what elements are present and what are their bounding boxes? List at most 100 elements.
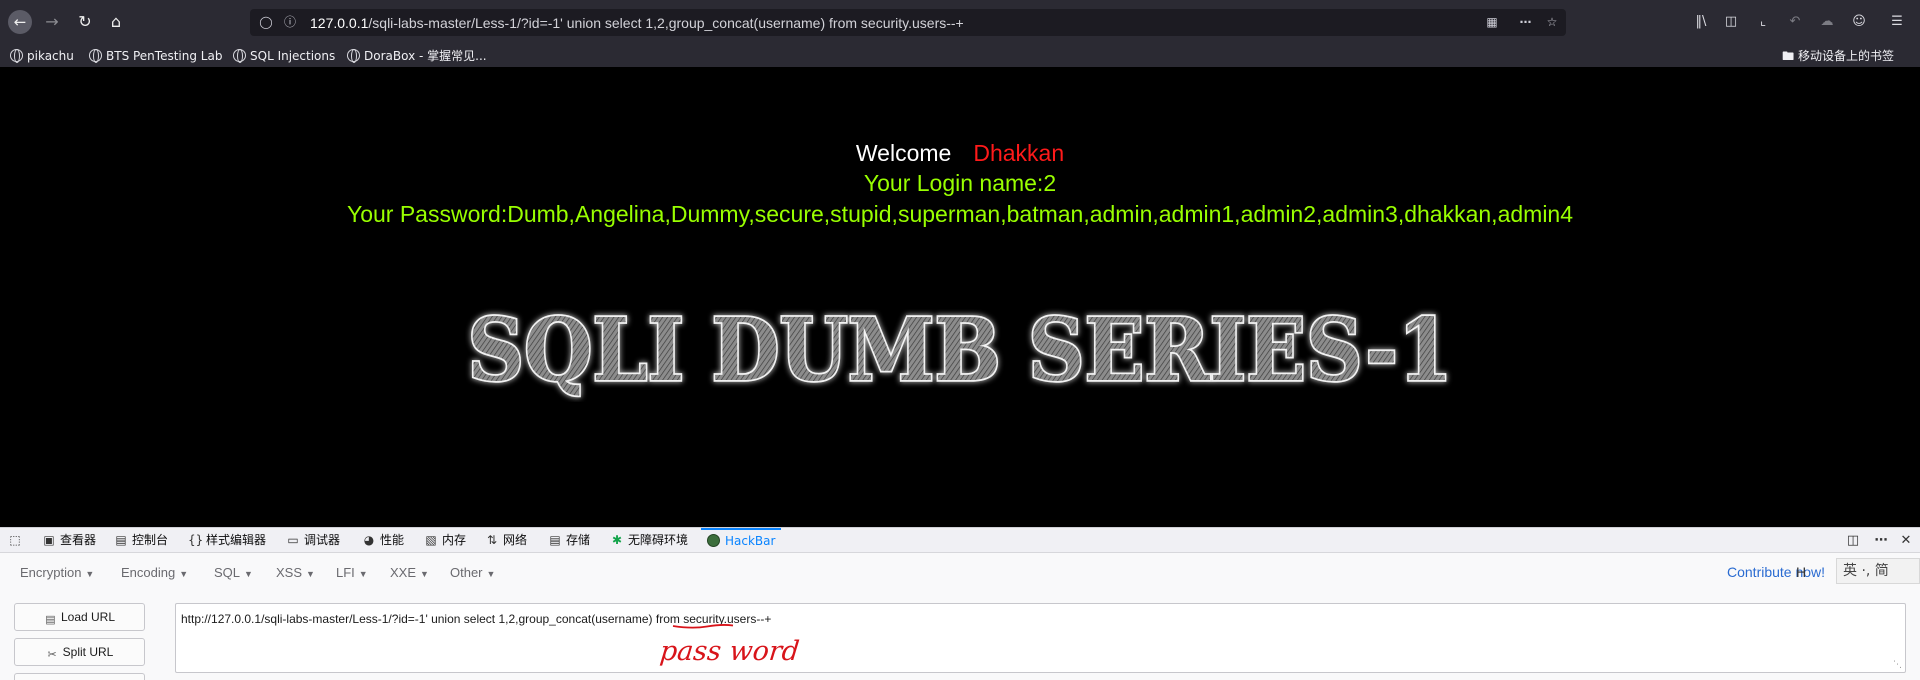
menu-encoding[interactable]: Encoding ▼ <box>121 564 188 582</box>
memory-icon: ▧ <box>425 533 437 547</box>
caret-down-icon: ▼ <box>179 569 189 579</box>
tab-hackbar[interactable]: HackBar <box>701 528 782 553</box>
sqli-dumb-series-banner: SQLI DUMB SERIES-1 <box>466 298 1455 402</box>
tab-memory[interactable]: ▧ 内存 <box>424 528 466 553</box>
menu-xss[interactable]: XSS ▼ <box>276 564 315 582</box>
menu-label: LFI <box>336 565 355 580</box>
bookmark-label: DoraBox - 掌握常见... <box>364 49 487 63</box>
address-bar-url[interactable]: 127.0.0.1/sqli-labs-master/Less-1/?id=-1… <box>310 14 964 32</box>
menu-label: SQL <box>214 565 241 580</box>
close-icon[interactable]: ✕ <box>1897 532 1915 550</box>
hackbar-url-input[interactable] <box>175 603 1906 673</box>
welcome-username: Dhakkan <box>973 140 1065 166</box>
tab-inspector[interactable]: ▣ 查看器 <box>42 528 96 553</box>
execute-button[interactable] <box>14 673 145 680</box>
menu-icon[interactable]: ☰ <box>1888 13 1906 31</box>
caret-down-icon: ▼ <box>358 569 368 579</box>
menu-label: Encryption <box>20 565 82 580</box>
devtools-panel: ⬚ ▣ 查看器 ▤ 控制台 {} 样式编辑器 ▭ 调试器 ◕ 性能 ▧ 内存 ⇅ 网络 ▤ 存储… <box>0 527 1920 680</box>
caret-down-icon: ▼ <box>420 569 429 579</box>
menu-sql[interactable]: SQL ▼ <box>214 564 253 582</box>
welcome-line: Welcome Dhakkan <box>0 138 1920 168</box>
dock-icon[interactable]: ◫ <box>1844 532 1862 550</box>
bookmark-label: pikachu <box>27 49 74 63</box>
ime-label: 英 ·, 简 <box>1843 563 1889 579</box>
console-icon: ▤ <box>115 533 127 547</box>
qr-code-icon[interactable]: ▦ <box>1484 14 1500 30</box>
info-icon[interactable]: ⓘ <box>282 14 298 30</box>
login-name-line: Your Login name:2 <box>863 170 1057 196</box>
menu-lfi[interactable]: LFI ▼ <box>336 564 368 582</box>
contribute-link[interactable]: Contribute now! <box>1727 564 1825 580</box>
bookmark-pikachu[interactable]: pikachu <box>10 48 74 64</box>
home-button[interactable]: ⌂ <box>106 12 126 32</box>
library-icon[interactable]: ‖\ <box>1692 13 1710 31</box>
load-url-button[interactable]: ▤ Load URL <box>14 603 145 631</box>
menu-label: Other <box>450 565 483 580</box>
shield-icon[interactable]: ◯ <box>258 14 274 30</box>
resize-grip-icon[interactable]: ⋱ <box>1893 660 1903 670</box>
tab-label: 查看器 <box>60 533 97 547</box>
tab-label: 网络 <box>503 533 528 547</box>
hackbar-menu: Encryption ▼ Encoding ▼ SQL ▼ XSS ▼ LFI ▼ XXE… <box>0 560 1920 586</box>
tab-console[interactable]: ▤ 控制台 <box>114 528 168 553</box>
bookmark-dorabox[interactable]: DoraBox - 掌握常见... <box>347 48 487 64</box>
tab-network[interactable]: ⇅ 网络 <box>485 528 527 553</box>
devtools-tabbar: ⬚ ▣ 查看器 ▤ 控制台 {} 样式编辑器 ▭ 调试器 ◕ 性能 ▧ 内存 ⇅ 网络 ▤ 存储… <box>0 528 1920 553</box>
globe-icon <box>347 49 360 63</box>
bookmark-bts-pentesting-lab[interactable]: BTS PenTesting Lab <box>89 48 222 64</box>
welcome-label: Welcome <box>855 140 952 166</box>
extension-icon[interactable]: ☁ <box>1818 13 1836 31</box>
menu-label: Encoding <box>121 565 176 580</box>
tab-debugger[interactable]: ▭ 调试器 <box>286 528 340 553</box>
menu-other[interactable]: Other ▼ <box>450 564 495 582</box>
folder-icon: 🖿 <box>1782 49 1798 63</box>
globe-icon <box>10 49 23 63</box>
load-url-label: Load URL <box>60 610 116 624</box>
mobile-bookmarks[interactable]: 🖿 移动设备上的书签 <box>1782 48 1894 64</box>
element-picker-icon[interactable]: ⬚ <box>8 528 26 553</box>
password-line: Your Password:Dumb,Angelina,Dummy,secure… <box>346 201 1574 227</box>
bookmark-label: BTS PenTesting Lab <box>106 49 223 63</box>
menu-encryption[interactable]: Encryption ▼ <box>20 564 94 582</box>
page-actions-icon[interactable]: ⋯ <box>1518 14 1534 30</box>
split-url-label: Split URL <box>62 645 114 659</box>
load-icon: ▤ <box>45 614 56 626</box>
tab-performance[interactable]: ◕ 性能 <box>362 528 404 553</box>
tab-label: 无障碍环境 <box>628 533 689 547</box>
address-bar[interactable]: ◯ ⓘ 127.0.0.1/sqli-labs-master/Less-1/?i… <box>250 9 1566 36</box>
tab-accessibility[interactable]: ✱ 无障碍环境 <box>610 528 688 553</box>
bookmark-label: SQL Injections <box>250 49 336 63</box>
options-icon[interactable]: ⋯ <box>1872 532 1890 550</box>
tab-label: 性能 <box>380 533 405 547</box>
storage-icon: ▤ <box>549 533 561 547</box>
braces-icon: {} <box>188 533 204 547</box>
tab-label: 调试器 <box>304 533 341 547</box>
tab-storage[interactable]: ▤ 存储 <box>548 528 590 553</box>
tab-label: HackBar <box>725 534 776 548</box>
handwritten-annotation: pass word <box>658 636 801 667</box>
bookmark-sql-injections[interactable]: SQL Injections <box>233 48 335 64</box>
h-badge: H <box>1796 564 1807 580</box>
caret-down-icon: ▼ <box>486 569 496 579</box>
menu-xxe[interactable]: XXE ▼ <box>390 564 429 582</box>
undo-icon[interactable]: ↶ <box>1786 13 1804 31</box>
back-button[interactable]: ← <box>8 10 32 34</box>
reload-button[interactable]: ↻ <box>75 12 95 32</box>
mobile-bookmarks-label: 移动设备上的书签 <box>1797 49 1894 63</box>
account-icon[interactable]: ☺ <box>1850 13 1868 31</box>
annotation-underline <box>672 624 734 629</box>
tab-label: 样式编辑器 <box>206 533 267 547</box>
caret-down-icon: ▼ <box>85 569 95 579</box>
url-host: 127.0.0.1 <box>310 15 369 31</box>
split-url-button[interactable]: ✂ Split URL <box>14 638 145 666</box>
bookmarks-toolbar: pikachu BTS PenTesting Lab SQL Injection… <box>0 45 1920 67</box>
tab-style-editor[interactable]: {} 样式编辑器 <box>188 528 266 553</box>
scissors-icon: ✂ <box>47 649 57 661</box>
ime-toolbar[interactable]: 英 ·, 简 <box>1836 558 1920 584</box>
hackbar-logo-icon <box>707 534 720 547</box>
forward-button[interactable]: → <box>42 12 62 32</box>
sidebar-icon[interactable]: ◫ <box>1722 13 1740 31</box>
bookmark-star-icon[interactable]: ☆ <box>1544 14 1560 30</box>
crop-icon[interactable]: ⌞ <box>1754 13 1772 31</box>
